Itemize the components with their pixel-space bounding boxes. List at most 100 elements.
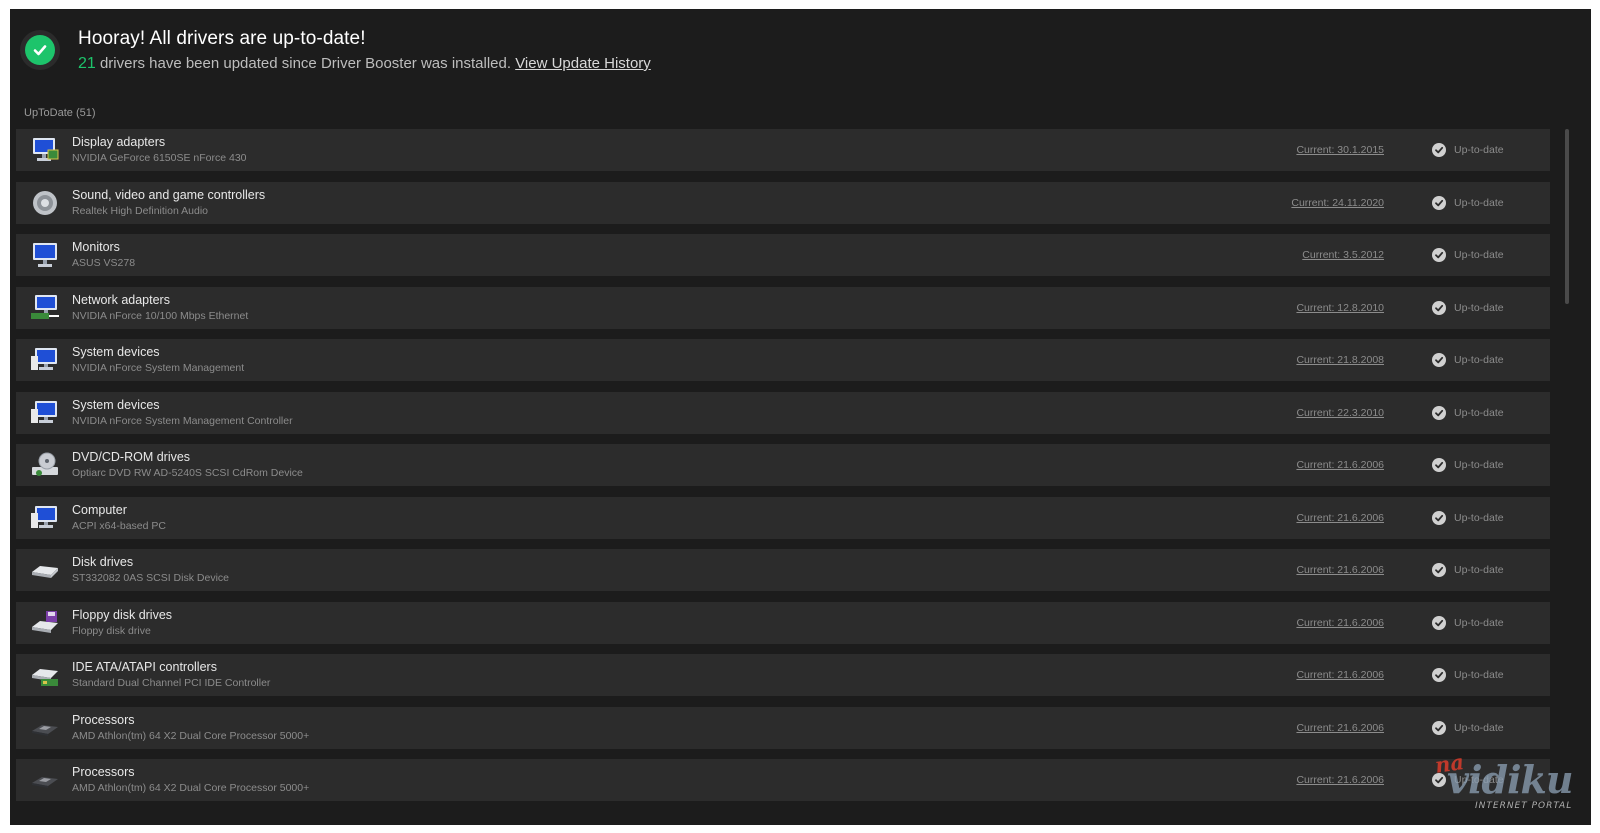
status-text: Up-to-date	[1454, 669, 1504, 681]
driver-category: Processors	[72, 712, 135, 727]
network-adapter-icon	[30, 294, 60, 322]
current-version-link[interactable]: Current: 21.6.2006	[1296, 564, 1384, 576]
current-version-link[interactable]: Current: 3.5.2012	[1302, 249, 1384, 261]
driver-category: Display adapters	[72, 135, 166, 149]
device-name: Realtek High Definition Audio	[72, 204, 208, 217]
check-circle-icon	[1432, 668, 1446, 682]
device-name: ASUS VS278	[72, 257, 136, 269]
view-update-history-link[interactable]: View Update History	[515, 55, 651, 72]
status-indicator: Up-to-date	[1432, 720, 1504, 735]
display-adapter-icon	[30, 136, 60, 164]
driver-category: Floppy disk drives	[72, 607, 173, 622]
status-indicator: Up-to-date	[1432, 668, 1504, 682]
device-name: AMD Athlon(tm) 64 X2 Dual Core Processor…	[72, 782, 310, 794]
system-device-icon	[30, 346, 60, 374]
status-text: Up-to-date	[1454, 406, 1504, 419]
driver-row[interactable]: Computer ACPI x64-based PC Current: 21.6.2…	[16, 496, 1550, 539]
status-text: Up-to-date	[1454, 301, 1504, 314]
driver-row[interactable]: Network adapters NVIDIA nForce 10/100 Mbp…	[16, 286, 1550, 329]
status-indicator: Up-to-date	[1432, 615, 1504, 630]
driver-row[interactable]: System devices NVIDIA nForce System Manag…	[16, 339, 1550, 381]
system-device-icon	[30, 399, 60, 427]
driver-row[interactable]: Sound, video and game controllers Realtek…	[16, 181, 1550, 224]
driver-row[interactable]: System devices NVIDIA nForce System Manag…	[16, 391, 1550, 434]
check-circle-icon	[1432, 458, 1446, 472]
status-indicator: Up-to-date	[1432, 563, 1504, 577]
driver-category: Network adapters	[72, 292, 170, 307]
check-circle-icon	[1432, 248, 1446, 262]
current-version-link[interactable]: Current: 21.8.2008	[1296, 354, 1384, 366]
status-text: Up-to-date	[1454, 774, 1504, 786]
status-indicator: Up-to-date	[1432, 143, 1504, 157]
status-text: Up-to-date	[1454, 564, 1504, 576]
disk-drive-icon	[30, 556, 60, 584]
current-version-link[interactable]: Current: 21.6.2006	[1296, 617, 1384, 629]
status-text: Up-to-date	[1454, 616, 1504, 629]
check-circle-icon	[1432, 510, 1446, 525]
driver-category: Processors	[72, 765, 135, 779]
current-version-link[interactable]: Current: 12.8.2010	[1296, 302, 1384, 314]
driver-row[interactable]: IDE ATA/ATAPI controllers Standard Dual C…	[16, 654, 1550, 696]
device-name: NVIDIA nForce System Management	[72, 362, 245, 374]
monitor-icon	[30, 241, 60, 269]
driver-row[interactable]: Monitors ASUS VS278 Current: 3.5.2012 Up-to…	[16, 234, 1550, 276]
driver-category: System devices	[72, 397, 160, 412]
updated-count: 21	[78, 55, 96, 72]
device-name: NVIDIA nForce System Management Controll…	[72, 414, 293, 427]
status-indicator: Up-to-date	[1432, 510, 1504, 525]
status-indicator: Up-to-date	[1432, 248, 1504, 262]
driver-list[interactable]: Display adapters NVIDIA GeForce 6150SE nF…	[16, 129, 1550, 819]
device-name: NVIDIA nForce 10/100 Mbps Ethernet	[72, 309, 249, 322]
driver-row[interactable]: DVD/CD-ROM drives Optiarc DVD RW AD-5240S…	[16, 444, 1550, 486]
device-name: Optiarc DVD RW AD-5240S SCSI CdRom Devic…	[72, 467, 303, 479]
current-version-link[interactable]: Current: 21.6.2006	[1296, 669, 1384, 681]
check-circle-icon	[1432, 563, 1446, 577]
driver-category: Disk drives	[72, 555, 134, 569]
device-name: Floppy disk drive	[72, 624, 151, 637]
current-version-link[interactable]: Current: 21.6.2006	[1296, 459, 1384, 471]
driver-category: Monitors	[72, 240, 120, 254]
scrollbar-thumb[interactable]	[1565, 129, 1569, 304]
driver-category: Sound, video and game controllers	[72, 187, 266, 202]
status-header: Hooray! All drivers are up-to-date! 21 d…	[10, 9, 1591, 99]
status-indicator: Up-to-date	[1432, 353, 1504, 367]
current-version-link[interactable]: Current: 24.11.2020	[1291, 197, 1384, 209]
success-badge	[20, 30, 60, 70]
check-circle-icon	[1432, 195, 1446, 210]
current-version-link[interactable]: Current: 21.6.2006	[1296, 512, 1384, 524]
status-title: Hooray! All drivers are up-to-date!	[78, 28, 366, 49]
device-name: ST332082 0AS SCSI Disk Device	[72, 572, 229, 584]
driver-booster-window: Hooray! All drivers are up-to-date! 21 d…	[10, 9, 1591, 825]
scrollbar[interactable]	[1562, 129, 1572, 819]
check-circle-icon	[1432, 143, 1446, 157]
status-indicator: Up-to-date	[1432, 405, 1504, 420]
driver-row[interactable]: Disk drives ST332082 0AS SCSI Disk Device…	[16, 549, 1550, 591]
driver-category: IDE ATA/ATAPI controllers	[72, 660, 217, 674]
driver-row[interactable]: Processors AMD Athlon(tm) 64 X2 Dual Core…	[16, 759, 1550, 801]
update-summary-text: drivers have been updated since Driver B…	[95, 55, 516, 72]
check-circle-icon	[1432, 405, 1446, 420]
status-indicator: Up-to-date	[1432, 195, 1504, 210]
status-text: Up-to-date	[1454, 354, 1504, 366]
check-circle-icon	[1432, 353, 1446, 367]
status-text: Up-to-date	[1454, 249, 1504, 261]
driver-row[interactable]: Display adapters NVIDIA GeForce 6150SE nF…	[16, 129, 1550, 171]
speaker-icon	[30, 189, 60, 217]
driver-category: Computer	[72, 502, 127, 517]
device-name: Standard Dual Channel PCI IDE Controller	[72, 677, 271, 689]
floppy-drive-icon	[30, 609, 60, 637]
current-version-link[interactable]: Current: 21.6.2006	[1296, 774, 1384, 786]
check-circle-icon	[1432, 773, 1446, 787]
check-circle-icon	[1432, 300, 1446, 315]
current-version-link[interactable]: Current: 21.6.2006	[1296, 722, 1384, 734]
device-name: NVIDIA GeForce 6150SE nForce 430	[72, 152, 247, 164]
status-text: Up-to-date	[1454, 144, 1504, 156]
status-text: Up-to-date	[1454, 196, 1504, 209]
driver-row[interactable]: Floppy disk drives Floppy disk drive Curre…	[16, 601, 1550, 644]
driver-row[interactable]: Processors AMD Athlon(tm) 64 X2 Dual Core…	[16, 706, 1550, 749]
status-indicator: Up-to-date	[1432, 300, 1504, 315]
current-version-link[interactable]: Current: 22.3.2010	[1296, 407, 1384, 419]
current-version-link[interactable]: Current: 30.1.2015	[1296, 144, 1384, 156]
status-text: Up-to-date	[1454, 511, 1504, 524]
status-text: Up-to-date	[1454, 459, 1504, 471]
